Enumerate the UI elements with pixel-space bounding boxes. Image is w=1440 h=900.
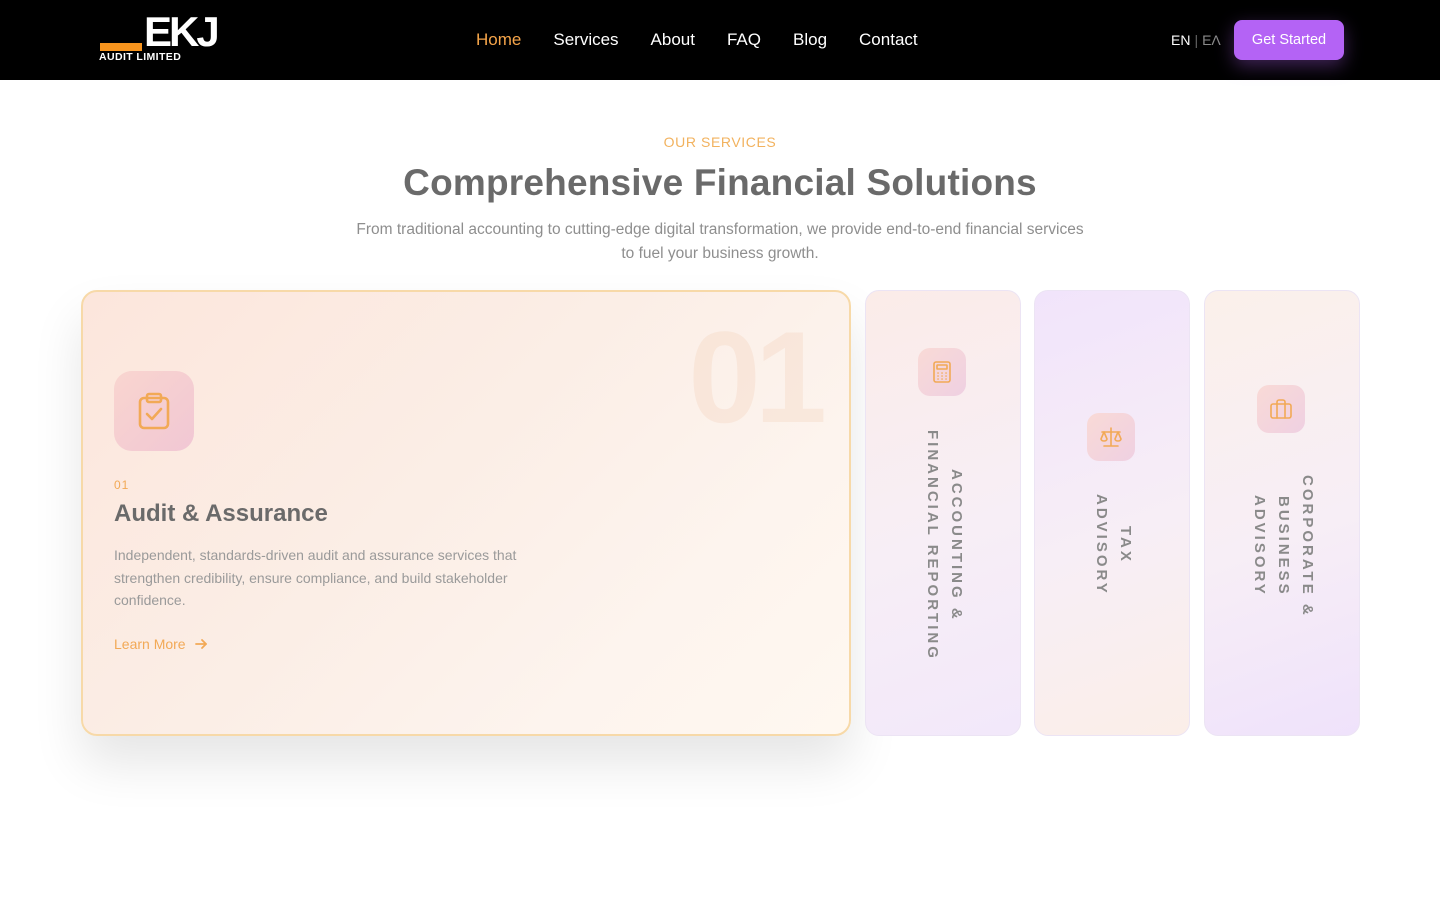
logo-accent-bar: [100, 43, 142, 51]
nav-services[interactable]: Services: [553, 28, 618, 52]
service-card-audit[interactable]: 01 01 Audit & Assurance Independent, sta…: [81, 290, 851, 736]
scale-icon: [1087, 413, 1135, 461]
nav-about[interactable]: About: [651, 28, 695, 52]
learn-more-link[interactable]: Learn More: [114, 636, 208, 652]
service-card-corporate[interactable]: CORPORATE & BUSINESS ADVISORY: [1204, 290, 1360, 736]
section-title: Comprehensive Financial Solutions: [403, 162, 1037, 203]
language-switcher: EN | ΕΛ: [1171, 31, 1221, 49]
get-started-button[interactable]: Get Started: [1234, 20, 1344, 60]
section-eyebrow: OUR SERVICES: [663, 134, 777, 150]
nav-home[interactable]: Home: [476, 28, 521, 52]
learn-more-label: Learn More: [114, 636, 186, 652]
card-description: Independent, standards-driven audit and …: [114, 547, 517, 608]
clipboard-check-icon: [114, 371, 194, 451]
card-label-accounting: ACCOUNTING & FINANCIAL REPORTING: [924, 429, 965, 661]
calculator-icon: [918, 348, 966, 396]
lang-el[interactable]: ΕΛ: [1202, 32, 1221, 48]
card-label-tax: TAX ADVISORY: [1093, 494, 1134, 596]
nav-contact[interactable]: Contact: [859, 28, 918, 52]
briefcase-icon: [1257, 385, 1305, 433]
lang-en[interactable]: EN: [1171, 32, 1190, 48]
lang-separator: |: [1194, 32, 1199, 48]
card-title: Audit & Assurance: [114, 500, 328, 527]
service-card-tax[interactable]: TAX ADVISORY: [1034, 290, 1190, 736]
navbar: EKJ AUDIT LIMITED Home Services About FA…: [0, 0, 1440, 80]
card-number: 01: [114, 478, 130, 492]
card-watermark-number: 01: [688, 304, 827, 450]
section-subtitle: From traditional accounting to cutting-e…: [356, 221, 1084, 262]
logo-subtitle: AUDIT LIMITED: [99, 51, 182, 63]
nav-faq[interactable]: FAQ: [727, 28, 761, 52]
card-label-corporate: CORPORATE & BUSINESS ADVISORY: [1251, 474, 1316, 618]
brand-logo[interactable]: EKJ AUDIT LIMITED: [98, 8, 222, 64]
logo-mark: EKJ: [144, 8, 220, 55]
service-card-accounting[interactable]: ACCOUNTING & FINANCIAL REPORTING: [865, 290, 1021, 736]
main-nav: Home Services About FAQ Blog Contact: [476, 28, 918, 52]
arrow-right-icon: [194, 639, 207, 649]
nav-blog[interactable]: Blog: [793, 28, 827, 52]
